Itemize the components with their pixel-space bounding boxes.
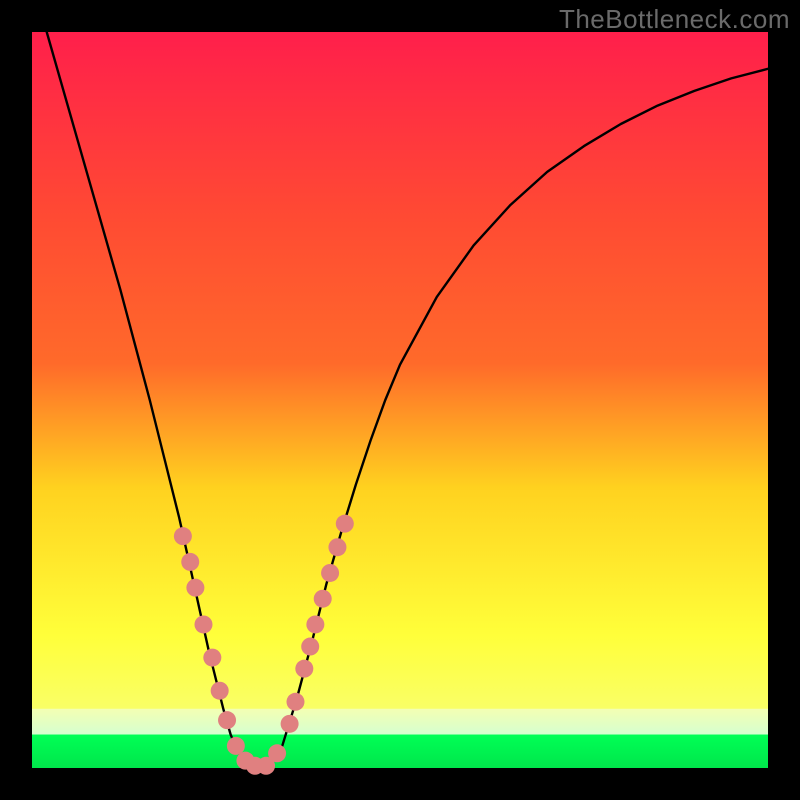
curve-marker bbox=[181, 553, 199, 571]
curve-marker bbox=[211, 682, 229, 700]
curve-marker bbox=[203, 649, 221, 667]
chart-svg bbox=[0, 0, 800, 800]
curve-marker bbox=[306, 615, 324, 633]
curve-marker bbox=[314, 590, 332, 608]
chart-stage: TheBottleneck.com bbox=[0, 0, 800, 800]
curve-marker bbox=[218, 711, 236, 729]
curve-marker bbox=[186, 579, 204, 597]
chart-background-gradient bbox=[32, 32, 768, 768]
curve-marker bbox=[268, 744, 286, 762]
curve-marker bbox=[194, 615, 212, 633]
curve-marker bbox=[336, 515, 354, 533]
curve-marker bbox=[295, 660, 313, 678]
curve-marker bbox=[174, 527, 192, 545]
watermark-text: TheBottleneck.com bbox=[559, 4, 790, 35]
curve-marker bbox=[301, 638, 319, 656]
curve-marker bbox=[281, 715, 299, 733]
curve-marker bbox=[286, 693, 304, 711]
curve-marker bbox=[227, 737, 245, 755]
curve-marker bbox=[328, 538, 346, 556]
curve-marker bbox=[321, 564, 339, 582]
